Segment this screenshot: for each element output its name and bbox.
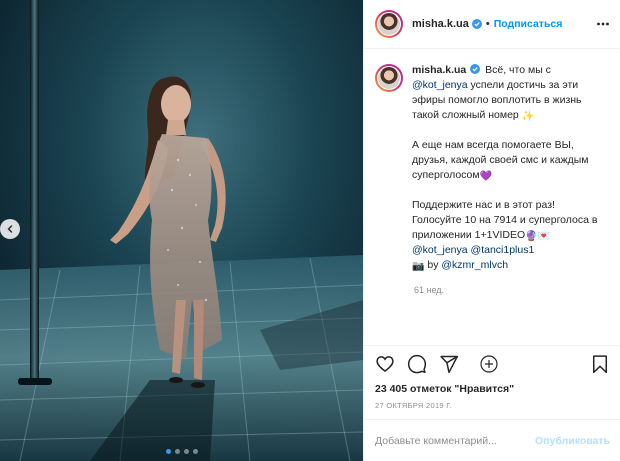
- mention-link[interactable]: @kot_jenya: [412, 79, 468, 91]
- carousel-dot: [174, 449, 180, 454]
- carousel-prev-button[interactable]: [0, 219, 20, 239]
- post-photo[interactable]: [0, 0, 363, 461]
- carousel-dot: [183, 449, 189, 454]
- mention-link[interactable]: @tanci1plus1: [471, 244, 535, 256]
- more-options-icon[interactable]: [596, 17, 610, 31]
- header-username[interactable]: misha.k.ua: [412, 18, 469, 30]
- caption-avatar[interactable]: [375, 64, 403, 92]
- caption-text-part: А еще нам всегда помогаете ВЫ, друзья, к…: [412, 139, 589, 181]
- plus-circle-icon[interactable]: [480, 355, 498, 373]
- comment-bubble-icon[interactable]: [407, 354, 427, 374]
- follow-button[interactable]: Подписаться: [494, 18, 563, 30]
- likes-count[interactable]: 23 405 отметок "Нравится": [364, 381, 620, 397]
- mention-link[interactable]: @kzmr_mlvch: [441, 259, 508, 271]
- avatar[interactable]: [375, 10, 403, 38]
- likes-text: отметок "Нравится": [410, 383, 515, 395]
- bookmark-icon[interactable]: [590, 354, 610, 374]
- carousel-indicator: [0, 449, 363, 454]
- chevron-left-icon: [7, 225, 13, 233]
- caption-text-part: by: [427, 259, 439, 271]
- heart-outline-icon[interactable]: [375, 354, 395, 374]
- post-date[interactable]: 27 ОКТЯБРЯ 2019 Г.: [364, 397, 620, 419]
- post-header: misha.k.ua • Подписаться: [364, 0, 620, 49]
- verified-badge-icon: [471, 19, 482, 29]
- paper-plane-icon[interactable]: [439, 354, 459, 374]
- caption-timestamp[interactable]: 61 нед.: [414, 285, 610, 295]
- carousel-dot: [165, 449, 171, 454]
- likes-number: 23 405: [375, 383, 408, 395]
- comment-input[interactable]: [375, 434, 535, 447]
- mention-link[interactable]: @kot_jenya: [412, 244, 468, 256]
- sparkles-emoji: ✨: [521, 111, 535, 122]
- camera-emoji: 📷: [412, 261, 425, 272]
- verified-badge-icon: [470, 64, 481, 74]
- publish-button[interactable]: Опубликовать: [535, 435, 610, 447]
- caption-username[interactable]: misha.k.ua: [412, 64, 466, 76]
- stage-photo: [0, 0, 363, 461]
- caption-text-part: Поддержите нас и в этот раз! Голосуйте 1…: [412, 199, 598, 241]
- instagram-post: misha.k.ua • Подписаться misha.k.ua Всё,…: [0, 0, 620, 461]
- header-separator: •: [485, 18, 490, 30]
- caption-text: misha.k.ua Всё, что мы с @kot_jenya успе…: [412, 63, 602, 273]
- caption-text-part: Всё, что мы с: [485, 64, 551, 76]
- add-comment-bar: Опубликовать: [364, 419, 620, 461]
- comments-area: misha.k.ua Всё, что мы с @kot_jenya успе…: [364, 49, 620, 373]
- purple-heart-emoji: 💜: [479, 171, 493, 182]
- love-letter-emoji: 💌: [537, 231, 551, 242]
- caption-row: misha.k.ua Всё, что мы с @kot_jenya успе…: [375, 63, 610, 273]
- post-details-panel: misha.k.ua • Подписаться misha.k.ua Всё,…: [363, 0, 620, 461]
- carousel-dot: [192, 449, 198, 454]
- crystal-ball-emoji: 🔮: [525, 231, 538, 242]
